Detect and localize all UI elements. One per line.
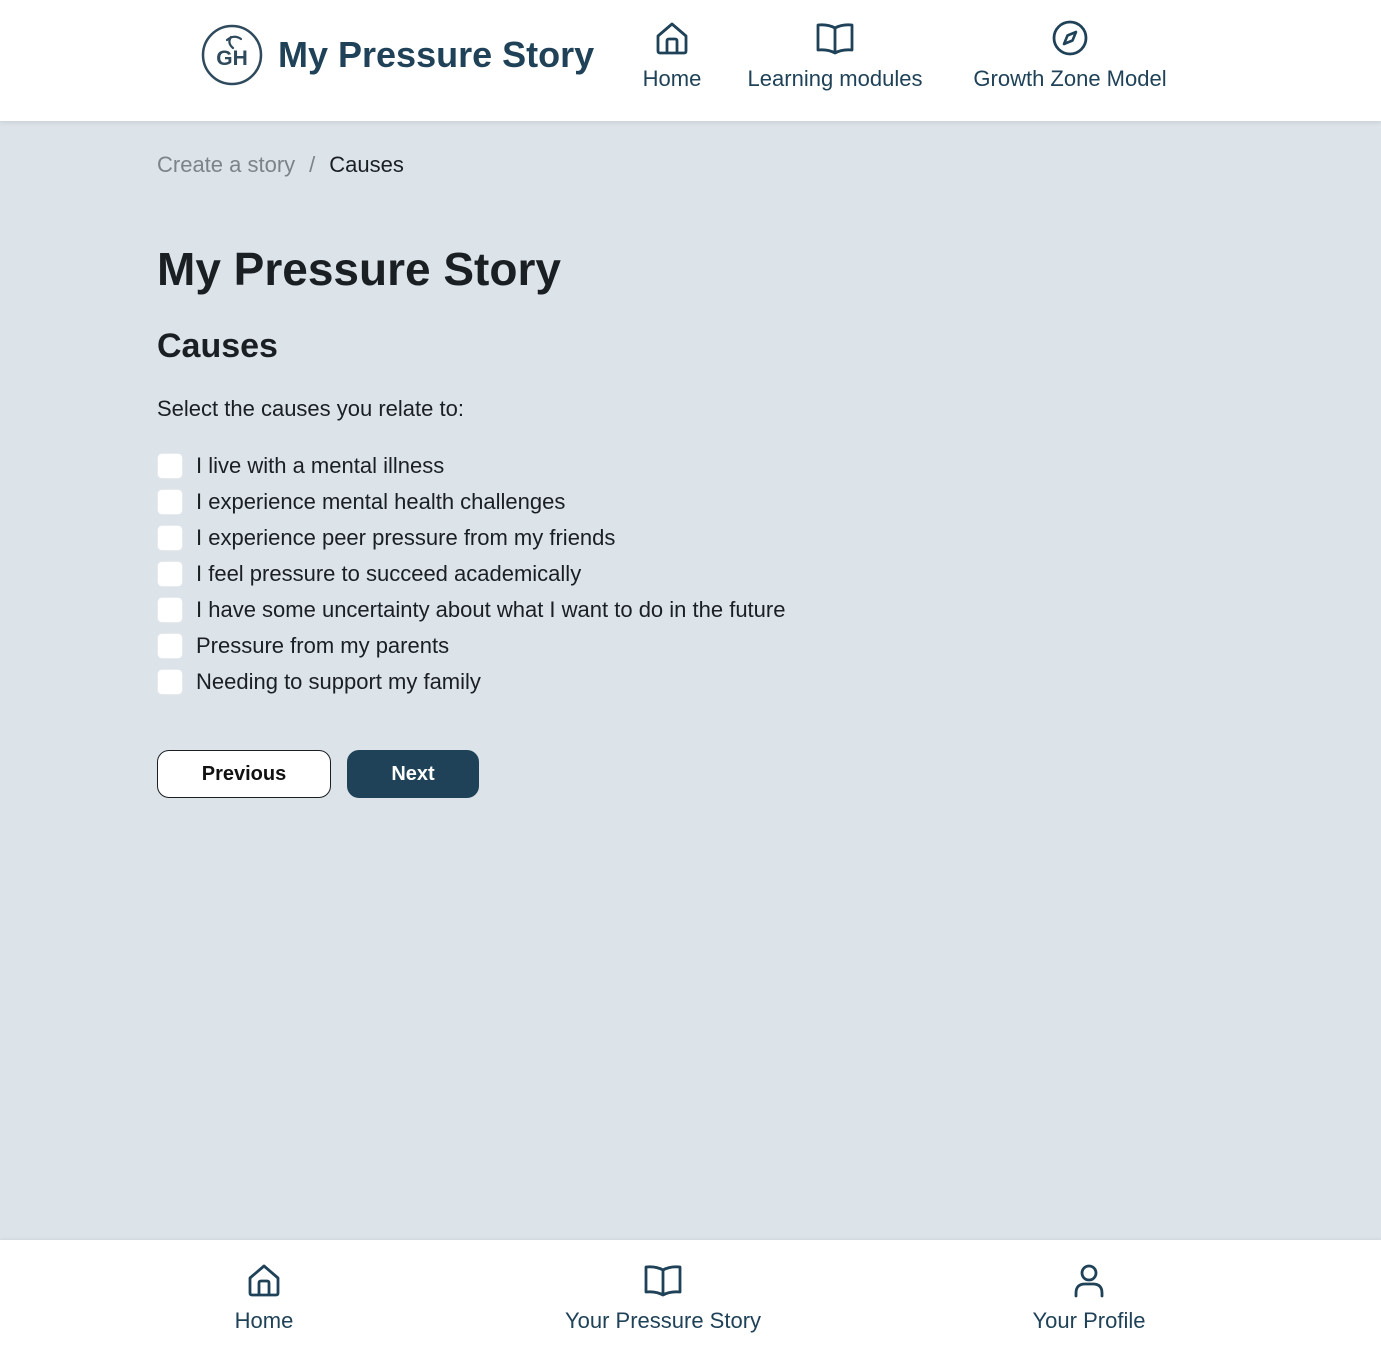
bottom-nav-your-pressure-story[interactable]: Your Pressure Story — [553, 1260, 773, 1334]
causes-prompt: Select the causes you relate to: — [157, 396, 464, 421]
breadcrumb-current: Causes — [329, 152, 404, 177]
cause-option[interactable]: I live with a mental illness — [157, 448, 785, 484]
nav-growth-zone-model[interactable]: Growth Zone Model — [960, 18, 1180, 92]
checkbox[interactable] — [157, 489, 183, 515]
bottom-nav-your-pressure-story-label: Your Pressure Story — [564, 1308, 762, 1333]
cause-option-label: I have some uncertainty about what I wan… — [196, 597, 786, 622]
cause-option-label: I experience mental health challenges — [196, 489, 566, 514]
cause-option[interactable]: Needing to support my family — [157, 664, 785, 700]
checkbox[interactable] — [157, 633, 183, 659]
book-icon — [816, 23, 854, 55]
checkbox[interactable] — [157, 597, 183, 623]
next-button[interactable]: Next — [347, 750, 479, 798]
user-icon — [1074, 1264, 1104, 1298]
logo-icon: GH — [201, 24, 263, 86]
nav-growth-zone-model-label: Growth Zone Model — [973, 66, 1167, 91]
cause-option[interactable]: I feel pressure to succeed academically — [157, 556, 785, 592]
checkbox[interactable] — [157, 453, 183, 479]
cause-option-label: I live with a mental illness — [196, 453, 445, 478]
book-icon — [644, 1265, 682, 1297]
breadcrumb-create-a-story[interactable]: Create a story — [157, 152, 295, 178]
breadcrumb: Create a story / Causes — [157, 152, 404, 178]
cause-option-label: Pressure from my parents — [196, 633, 450, 658]
top-navigation-bar: GH My Pressure Story Home Learning modul… — [0, 0, 1381, 121]
checkbox[interactable] — [157, 669, 183, 695]
compass-icon — [1052, 20, 1088, 56]
cause-option-label: I feel pressure to succeed academically — [196, 561, 582, 586]
cause-option[interactable]: I experience peer pressure from my frien… — [157, 520, 785, 556]
causes-checklist: I live with a mental illness I experienc… — [157, 448, 785, 700]
cause-option[interactable]: I experience mental health challenges — [157, 484, 785, 520]
nav-learning-modules-label: Learning modules — [747, 66, 923, 91]
breadcrumb-separator: / — [309, 152, 316, 177]
cause-option-label: I experience peer pressure from my frien… — [196, 525, 616, 550]
nav-home-label: Home — [642, 66, 702, 91]
section-title: Causes — [157, 327, 278, 365]
nav-home[interactable]: Home — [627, 18, 717, 92]
brand-title: My Pressure Story — [278, 34, 595, 75]
cause-option-label: Needing to support my family — [196, 669, 481, 694]
logo-text: GH — [216, 47, 248, 70]
bottom-navigation-bar: Home Your Pressure Story Your Profile — [0, 1240, 1381, 1350]
bottom-nav-your-profile[interactable]: Your Profile — [1019, 1260, 1159, 1334]
brand[interactable]: GH My Pressure Story — [200, 23, 594, 87]
page-title: My Pressure Story — [157, 243, 561, 295]
home-icon — [248, 1264, 280, 1297]
bottom-nav-home-label: Home — [234, 1308, 294, 1333]
previous-button[interactable]: Previous — [157, 750, 331, 798]
checkbox[interactable] — [157, 525, 183, 551]
checkbox[interactable] — [157, 561, 183, 587]
bottom-nav-your-profile-label: Your Profile — [1032, 1308, 1146, 1333]
nav-learning-modules[interactable]: Learning modules — [735, 18, 935, 92]
home-icon — [656, 22, 688, 55]
bottom-nav-home[interactable]: Home — [214, 1260, 314, 1334]
cause-option[interactable]: I have some uncertainty about what I wan… — [157, 592, 785, 628]
cause-option[interactable]: Pressure from my parents — [157, 628, 785, 664]
